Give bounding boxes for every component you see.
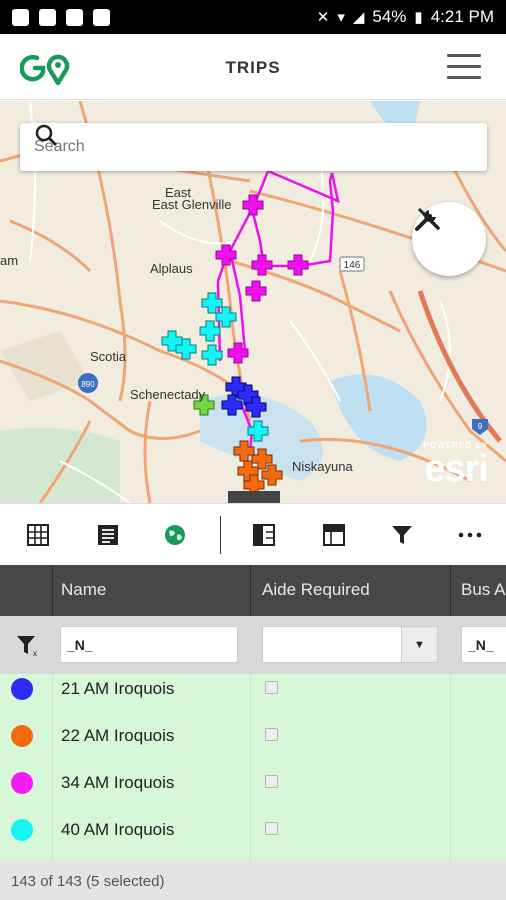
list-view-icon[interactable] [94, 521, 122, 549]
hamburger-menu-icon[interactable] [447, 54, 481, 80]
trips-table: 21 AM Iroquois 22 AM Iroquois 34 AM Iroq… [0, 674, 506, 860]
notification-icons [12, 8, 110, 26]
record-count-footer: 143 of 143 (5 selected) [0, 860, 506, 900]
aide-required-checkbox[interactable] [265, 822, 278, 835]
column-header-bus[interactable]: Bus A [461, 580, 505, 600]
grid-header: Name Aide Required Bus A [0, 565, 506, 616]
route-146-badge: 146 [344, 260, 361, 271]
status-bar: ✕ ▾ ◢ 54% ▮ 4:21 PM [0, 0, 506, 34]
grid-view-icon[interactable] [24, 521, 52, 549]
mute-icon: ✕ [316, 9, 330, 26]
table-row[interactable]: 21 AM Iroquois [0, 674, 506, 720]
aide-required-checkbox[interactable] [265, 681, 278, 694]
route-color-dot [11, 772, 33, 794]
route-color-dot [11, 678, 33, 700]
table-row[interactable]: 22 AM Iroquois [0, 721, 506, 767]
svg-text:x: x [33, 649, 37, 658]
column-header-name[interactable]: Name [61, 580, 106, 600]
aide-required-checkbox[interactable] [265, 775, 278, 788]
map-label-scotia: Scotia [90, 349, 127, 364]
image-notification-icon [39, 8, 56, 26]
esri-logo: POWERED BY esri [423, 441, 489, 490]
battery-icon: ▮ [414, 9, 423, 26]
search-icon [35, 124, 57, 146]
battery-level: 54% [372, 7, 407, 26]
filter-row: x _N_ ▼ _N_ [0, 616, 506, 674]
clock: 4:21 PM [430, 7, 494, 26]
dropdown-arrow-icon[interactable]: ▼ [401, 627, 437, 662]
trip-name: 34 AM Iroquois [61, 773, 175, 792]
signal-icon: ◢ [352, 9, 365, 26]
clear-filter-icon[interactable]: x [16, 634, 40, 658]
map-label-schenectady: Schenectady [130, 387, 206, 402]
wifi-icon: ▾ [337, 9, 345, 26]
map-label-alplaus: Alplaus [150, 261, 193, 276]
map-label-edge: am [0, 253, 19, 268]
close-notification-icon [66, 8, 83, 26]
table-row[interactable]: 40 AM Iroquois [0, 815, 506, 860]
aide-required-filter-select[interactable]: ▼ [262, 626, 438, 663]
filter-icon[interactable] [388, 521, 416, 549]
route-color-dot [11, 725, 33, 747]
trip-name: 21 AM Iroquois [61, 679, 175, 698]
page-title: TRIPS [225, 58, 281, 77]
photo-notification-icon [12, 8, 29, 26]
split-view-icon[interactable] [250, 521, 278, 549]
map-label-niskayuna: Niskayuna [292, 459, 353, 474]
route-color-dot [11, 819, 33, 841]
tools-button[interactable] [412, 202, 486, 276]
map-view[interactable]: 146 890 9 East East Glenville Alplaus Sc… [0, 101, 506, 503]
check-notification-icon [93, 8, 110, 26]
more-icon[interactable] [456, 521, 484, 549]
route-9-badge: 9 [478, 422, 483, 431]
trip-name: 22 AM Iroquois [61, 726, 175, 745]
layout-icon[interactable] [320, 521, 348, 549]
view-toolbar [0, 503, 506, 565]
column-header-aide-required[interactable]: Aide Required [262, 580, 370, 600]
name-filter-input[interactable]: _N_ [60, 626, 238, 663]
globe-icon[interactable] [161, 521, 189, 549]
aide-required-checkbox[interactable] [265, 728, 278, 741]
map-search-bar[interactable]: Search [20, 123, 487, 171]
app-bar: TRIPS [0, 34, 506, 100]
route-890-badge: 890 [81, 380, 95, 389]
bus-filter-input[interactable]: _N_ [461, 626, 506, 663]
table-row[interactable]: 34 AM Iroquois [0, 768, 506, 814]
toolbar-divider [220, 516, 221, 554]
map-resize-handle[interactable] [228, 491, 280, 503]
trip-name: 40 AM Iroquois [61, 820, 175, 839]
tools-icon [415, 208, 440, 231]
map-label-east-glenville: East Glenville [152, 197, 232, 212]
